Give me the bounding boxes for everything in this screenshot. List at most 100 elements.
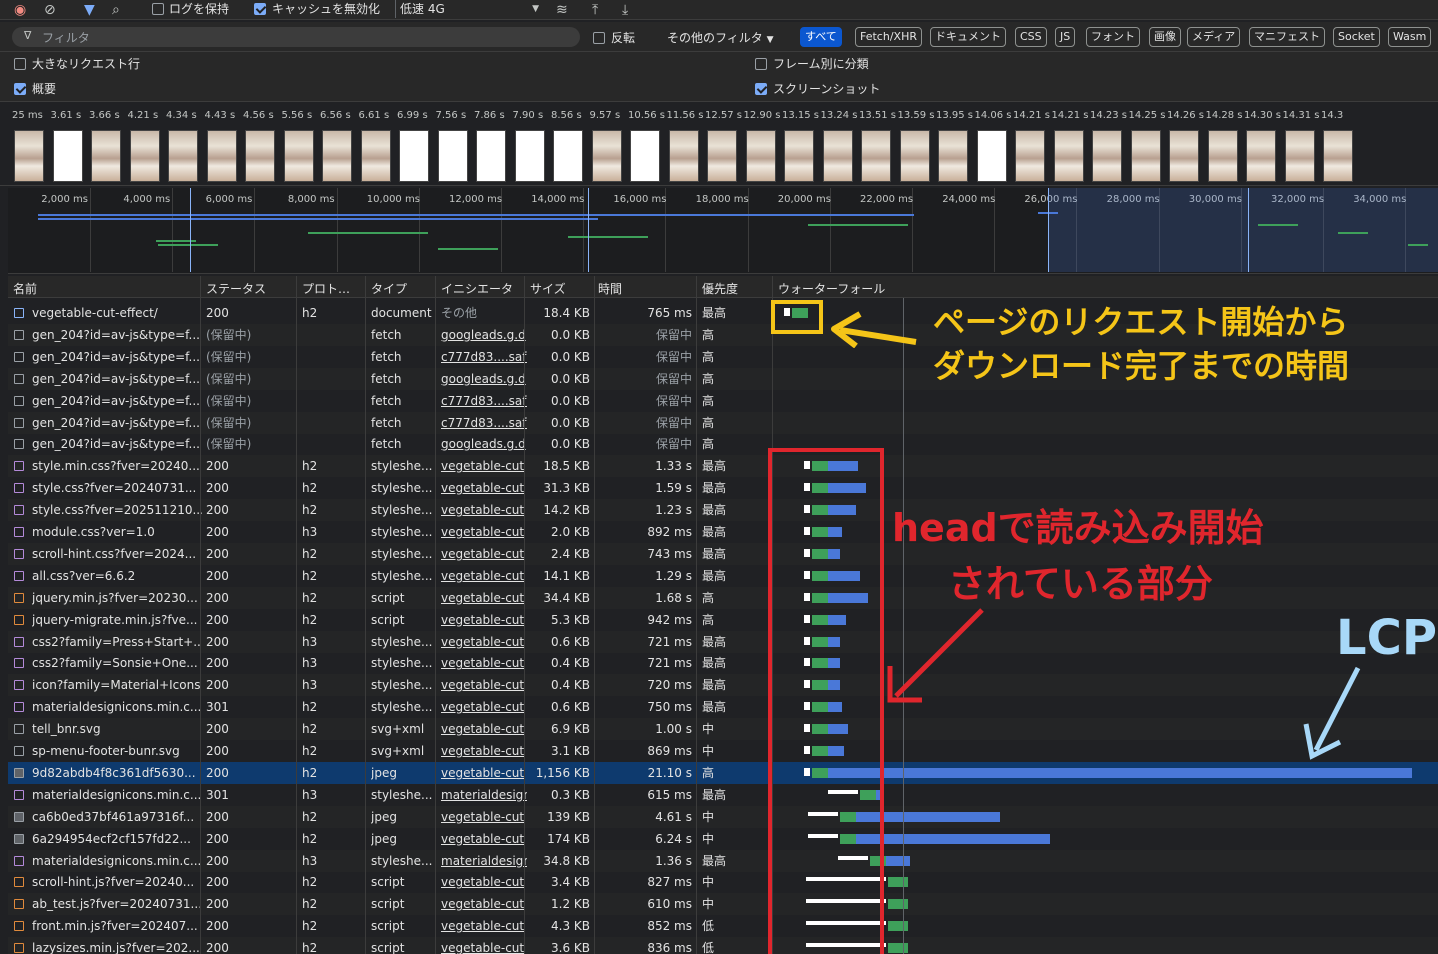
filmstrip-screenshot[interactable] xyxy=(1092,130,1122,182)
request-row[interactable]: materialdesignicons.min.c... 200 h3 stylesh… xyxy=(8,849,1438,872)
filmstrip-screenshot[interactable] xyxy=(1053,130,1084,182)
column-divider[interactable] xyxy=(296,276,297,954)
request-initiator[interactable]: vegetable-cut xyxy=(441,565,527,587)
filmstrip-screenshot[interactable] xyxy=(1015,130,1045,182)
request-row[interactable]: sp-menu-footer-bunr.svg 200 h2 svg+xml veget… xyxy=(8,740,1438,762)
overview-timeline[interactable]: 2,000 ms 4,000 ms 6,000 ms 8,000 ms 10,000 m… xyxy=(8,188,1438,274)
request-initiator[interactable]: googleads.g.d xyxy=(441,368,527,390)
request-initiator[interactable]: googleads.g.d xyxy=(441,324,527,346)
column-divider[interactable] xyxy=(524,276,525,954)
request-name[interactable]: vegetable-cut-effect/ xyxy=(32,302,202,324)
request-initiator[interactable]: vegetable-cut xyxy=(441,499,527,521)
type-filter-media[interactable]: メディア xyxy=(1187,27,1241,47)
column-waterfall[interactable]: ウォーターフォール xyxy=(778,280,885,297)
filmstrip-screenshot[interactable] xyxy=(91,130,121,182)
filmstrip-screenshot[interactable] xyxy=(14,130,44,182)
search-icon[interactable]: ⌕ xyxy=(112,1,120,19)
filmstrip-screenshot[interactable] xyxy=(668,130,699,182)
request-row[interactable]: css2?family=Sonsie+One... 200 h3 styleshe..… xyxy=(8,652,1438,674)
filmstrip-screenshot[interactable] xyxy=(707,130,737,182)
request-name[interactable]: scroll-hint.js?fver=20240... xyxy=(32,871,202,893)
request-row[interactable]: gen_204?id=av-js&type=f... (保留中) fetch c777… xyxy=(8,411,1438,434)
request-row[interactable]: lazysizes.min.js?fver=202... 200 h2 script v… xyxy=(8,937,1438,954)
request-initiator[interactable]: vegetable-cut xyxy=(441,893,527,915)
request-name[interactable]: materialdesignicons.min.c... xyxy=(32,850,202,872)
invert-checkbox[interactable] xyxy=(593,32,605,44)
filmstrip-screenshot[interactable] xyxy=(245,130,275,182)
type-filter-font[interactable]: フォント xyxy=(1086,27,1140,47)
request-name[interactable]: gen_204?id=av-js&type=f... xyxy=(32,324,202,346)
filmstrip-screenshot[interactable] xyxy=(514,130,545,182)
request-name[interactable]: gen_204?id=av-js&type=f... xyxy=(32,412,202,434)
column-divider[interactable] xyxy=(435,276,436,954)
column-priority[interactable]: 優先度 xyxy=(702,280,738,297)
import-har-icon[interactable]: ⤒ xyxy=(592,1,598,19)
request-initiator[interactable]: vegetable-cut xyxy=(441,587,527,609)
filmstrip-screenshot[interactable] xyxy=(745,130,776,182)
filmstrip-screenshot[interactable] xyxy=(822,130,853,182)
type-filter-css[interactable]: CSS xyxy=(1015,27,1047,47)
request-initiator[interactable]: vegetable-cut xyxy=(441,915,527,937)
type-filter-wasm[interactable]: Wasm xyxy=(1388,27,1432,47)
request-name[interactable]: style.css?fver=20240731... xyxy=(32,477,202,499)
request-name[interactable]: jquery-migrate.min.js?fve... xyxy=(32,609,202,631)
request-name[interactable]: 6a294954ecf2cf157fd22... xyxy=(32,828,202,850)
request-name[interactable]: all.css?ver=6.6.2 xyxy=(32,565,202,587)
filmstrip-screenshot[interactable] xyxy=(899,130,930,182)
request-initiator[interactable]: vegetable-cut xyxy=(441,871,527,893)
screenshots-checkbox[interactable] xyxy=(755,83,767,95)
request-name[interactable]: ab_test.js?fver=20240731... xyxy=(32,893,202,915)
request-initiator[interactable]: vegetable-cut xyxy=(441,521,527,543)
request-name[interactable]: materialdesignicons.min.c... xyxy=(32,784,202,806)
column-type[interactable]: タイプ xyxy=(371,280,407,297)
request-name[interactable]: tell_bnr.svg xyxy=(32,718,202,740)
request-initiator[interactable]: materialdesign xyxy=(441,784,527,806)
request-initiator[interactable]: vegetable-cut xyxy=(441,543,527,565)
request-initiator[interactable]: vegetable-cut xyxy=(441,455,527,477)
column-divider[interactable] xyxy=(200,276,201,954)
request-row[interactable]: css2?family=Press+Start+... 200 h3 styleshe… xyxy=(8,630,1438,653)
large-rows-checkbox[interactable] xyxy=(14,58,26,70)
filmstrip-screenshot[interactable] xyxy=(437,130,468,182)
filmstrip-screenshot[interactable] xyxy=(1246,130,1276,182)
request-name[interactable]: gen_204?id=av-js&type=f... xyxy=(32,433,202,455)
request-row[interactable]: materialdesignicons.min.c... 301 h3 stylesh… xyxy=(8,784,1438,806)
request-row[interactable]: gen_204?id=av-js&type=f... (保留中) fetch goog… xyxy=(8,433,1438,455)
request-initiator[interactable]: vegetable-cut xyxy=(441,828,527,850)
request-name[interactable]: ca6b0ed37bf461a97316f... xyxy=(32,806,202,828)
request-row[interactable]: materialdesignicons.min.c... 301 h2 stylesh… xyxy=(8,696,1438,718)
filmstrip-screenshot[interactable] xyxy=(360,130,391,182)
request-name[interactable]: gen_204?id=av-js&type=f... xyxy=(32,390,202,412)
request-row[interactable]: scroll-hint.js?fver=20240... 200 h2 script v… xyxy=(8,871,1438,893)
request-row[interactable]: gen_204?id=av-js&type=f... (保留中) fetch c777… xyxy=(8,390,1438,412)
request-name[interactable]: css2?family=Sonsie+One... xyxy=(32,652,202,674)
filmstrip-screenshot[interactable] xyxy=(861,130,891,182)
filmstrip-screenshot[interactable] xyxy=(630,130,660,182)
request-initiator[interactable]: c777d83....safe xyxy=(441,412,527,434)
column-name[interactable]: 名前 xyxy=(13,280,37,297)
request-initiator[interactable]: vegetable-cut xyxy=(441,937,527,954)
request-name[interactable]: lazysizes.min.js?fver=202... xyxy=(32,937,202,954)
throttle-select[interactable]: 低速 4G ▼ xyxy=(395,0,545,18)
filmstrip-screenshot[interactable] xyxy=(591,130,622,182)
type-filter-fetch-xhr[interactable]: Fetch/XHR xyxy=(855,27,922,47)
column-status[interactable]: ステータス xyxy=(206,280,266,297)
filmstrip-screenshot[interactable] xyxy=(476,130,506,182)
request-initiator[interactable]: vegetable-cut xyxy=(441,718,527,740)
column-size[interactable]: サイズ xyxy=(530,280,566,297)
clear-icon[interactable]: ⊘ xyxy=(44,1,56,19)
request-name[interactable]: sp-menu-footer-bunr.svg xyxy=(32,740,202,762)
column-divider[interactable] xyxy=(594,276,595,954)
request-initiator[interactable]: c777d83....safe xyxy=(441,346,527,368)
more-filters-dropdown[interactable]: その他のフィルタ ▼ xyxy=(667,30,774,48)
request-initiator[interactable]: c777d83....safe xyxy=(441,390,527,412)
request-initiator[interactable]: vegetable-cut xyxy=(441,477,527,499)
request-row[interactable]: 9d82abdb4f8c361df5630... 200 h2 jpeg vegetab… xyxy=(8,761,1438,784)
request-row[interactable]: style.css?fver=20240731... 200 h2 styleshe.… xyxy=(8,477,1438,499)
preserve-log-checkbox[interactable] xyxy=(152,3,164,15)
type-filter-manifest[interactable]: マニフェスト xyxy=(1249,27,1325,47)
filmstrip-screenshot[interactable] xyxy=(168,130,198,182)
column-initiator[interactable]: イニシエータ xyxy=(441,280,513,297)
request-initiator[interactable]: vegetable-cut xyxy=(441,806,527,828)
request-row[interactable]: 6a294954ecf2cf157fd22... 200 h2 jpeg vegetab… xyxy=(8,828,1438,850)
